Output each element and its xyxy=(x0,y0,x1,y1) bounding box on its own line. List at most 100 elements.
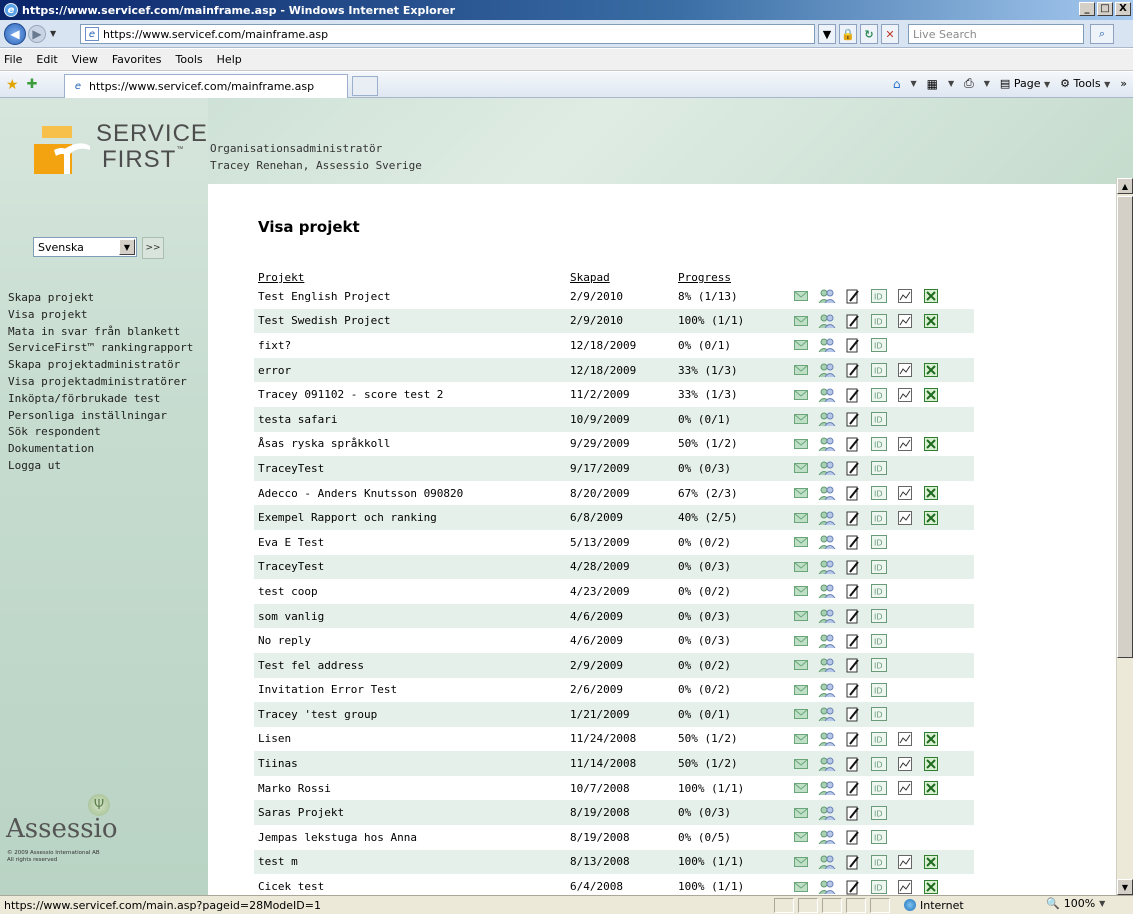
id-icon[interactable]: ID xyxy=(866,779,892,797)
users-icon[interactable] xyxy=(814,361,840,379)
excel-icon[interactable] xyxy=(918,853,944,871)
project-name[interactable]: error xyxy=(254,357,566,383)
chevron-down-icon[interactable]: ▼ xyxy=(119,239,135,255)
project-name[interactable]: TraceyTest xyxy=(254,554,566,580)
users-icon[interactable] xyxy=(814,509,840,527)
users-icon[interactable] xyxy=(814,336,840,354)
new-tab-button[interactable] xyxy=(352,76,378,96)
chart-icon[interactable] xyxy=(892,509,918,527)
mail-icon[interactable] xyxy=(788,804,814,822)
mail-icon[interactable] xyxy=(788,361,814,379)
refresh-icon[interactable]: ↻ xyxy=(860,24,878,44)
users-icon[interactable] xyxy=(814,459,840,477)
project-name[interactable]: Saras Projekt xyxy=(254,800,566,826)
users-icon[interactable] xyxy=(814,705,840,723)
excel-icon[interactable] xyxy=(918,730,944,748)
edit-icon[interactable] xyxy=(840,582,866,600)
id-icon[interactable]: ID xyxy=(866,878,892,895)
mail-icon[interactable] xyxy=(788,878,814,895)
id-icon[interactable]: ID xyxy=(866,509,892,527)
users-icon[interactable] xyxy=(814,558,840,576)
mail-icon[interactable] xyxy=(788,730,814,748)
print-dropdown-icon[interactable]: ▼ xyxy=(984,79,990,88)
users-icon[interactable] xyxy=(814,582,840,600)
feeds-icon[interactable]: ▦ xyxy=(927,77,938,91)
edit-icon[interactable] xyxy=(840,410,866,428)
menu-favorites[interactable]: Favorites xyxy=(112,53,162,66)
edit-icon[interactable] xyxy=(840,386,866,404)
excel-icon[interactable] xyxy=(918,484,944,502)
edit-icon[interactable] xyxy=(840,878,866,895)
id-icon[interactable]: ID xyxy=(866,435,892,453)
sidebar-item-sok-respondent[interactable]: Sök respondent xyxy=(8,424,193,441)
project-name[interactable]: Tracey 091102 - score test 2 xyxy=(254,382,566,407)
id-icon[interactable]: ID xyxy=(866,361,892,379)
favorites-star-icon[interactable]: ★ xyxy=(6,77,19,93)
project-name[interactable]: Tracey 'test group xyxy=(254,702,566,727)
users-icon[interactable] xyxy=(814,730,840,748)
scroll-up-icon[interactable]: ▲ xyxy=(1117,178,1133,194)
toolbar-overflow-icon[interactable]: » xyxy=(1120,77,1127,90)
history-dropdown-icon[interactable]: ▼ xyxy=(50,29,56,38)
chart-icon[interactable] xyxy=(892,312,918,330)
id-icon[interactable]: ID xyxy=(866,828,892,846)
stop-icon[interactable]: ✕ xyxy=(881,24,899,44)
edit-icon[interactable] xyxy=(840,632,866,650)
search-input[interactable]: Live Search xyxy=(908,24,1084,44)
column-header-progress[interactable]: Progress xyxy=(674,266,784,284)
edit-icon[interactable] xyxy=(840,361,866,379)
id-icon[interactable]: ID xyxy=(866,558,892,576)
menu-edit[interactable]: Edit xyxy=(36,53,57,66)
project-name[interactable]: Cicek test xyxy=(254,874,566,895)
mail-icon[interactable] xyxy=(788,656,814,674)
mail-icon[interactable] xyxy=(788,410,814,428)
edit-icon[interactable] xyxy=(840,656,866,674)
users-icon[interactable] xyxy=(814,386,840,404)
id-icon[interactable]: ID xyxy=(866,287,892,305)
project-name[interactable]: Jempas lekstuga hos Anna xyxy=(254,825,566,850)
users-icon[interactable] xyxy=(814,484,840,502)
edit-icon[interactable] xyxy=(840,336,866,354)
tools-menu[interactable]: ⚙ Tools ▼ xyxy=(1060,77,1110,90)
id-icon[interactable]: ID xyxy=(866,459,892,477)
mail-icon[interactable] xyxy=(788,484,814,502)
excel-icon[interactable] xyxy=(918,779,944,797)
sidebar-item-personliga-installningar[interactable]: Personliga inställningar xyxy=(8,408,193,425)
sidebar-item-visa-projektadministratorer[interactable]: Visa projektadministratörer xyxy=(8,374,193,391)
project-name[interactable]: Eva E Test xyxy=(254,530,566,555)
mail-icon[interactable] xyxy=(788,681,814,699)
chart-icon[interactable] xyxy=(892,878,918,895)
mail-icon[interactable] xyxy=(788,509,814,527)
sidebar-item-skapa-projekt[interactable]: Skapa projekt xyxy=(8,290,193,307)
mail-icon[interactable] xyxy=(788,336,814,354)
sidebar-item-logga-ut[interactable]: Logga ut xyxy=(8,458,193,475)
edit-icon[interactable] xyxy=(840,558,866,576)
edit-icon[interactable] xyxy=(840,509,866,527)
users-icon[interactable] xyxy=(814,779,840,797)
print-icon[interactable]: ⎙ xyxy=(964,76,974,91)
users-icon[interactable] xyxy=(814,533,840,551)
page-menu[interactable]: ▤ Page ▼ xyxy=(1000,77,1050,90)
scroll-down-icon[interactable]: ▼ xyxy=(1117,879,1133,895)
id-icon[interactable]: ID xyxy=(866,312,892,330)
menu-view[interactable]: View xyxy=(72,53,98,66)
edit-icon[interactable] xyxy=(840,705,866,723)
menu-help[interactable]: Help xyxy=(217,53,242,66)
users-icon[interactable] xyxy=(814,607,840,625)
project-name[interactable]: testa safari xyxy=(254,406,566,432)
users-icon[interactable] xyxy=(814,878,840,895)
mail-icon[interactable] xyxy=(788,386,814,404)
mail-icon[interactable] xyxy=(788,312,814,330)
edit-icon[interactable] xyxy=(840,681,866,699)
language-select[interactable]: Svenska ▼ xyxy=(33,237,137,257)
id-icon[interactable]: ID xyxy=(866,410,892,428)
feeds-dropdown-icon[interactable]: ▼ xyxy=(948,79,954,88)
id-icon[interactable]: ID xyxy=(866,632,892,650)
mail-icon[interactable] xyxy=(788,582,814,600)
mail-icon[interactable] xyxy=(788,632,814,650)
mail-icon[interactable] xyxy=(788,459,814,477)
sidebar-item-skapa-projektadministrator[interactable]: Skapa projektadministratör xyxy=(8,357,193,374)
id-icon[interactable]: ID xyxy=(866,755,892,773)
edit-icon[interactable] xyxy=(840,755,866,773)
id-icon[interactable]: ID xyxy=(866,705,892,723)
